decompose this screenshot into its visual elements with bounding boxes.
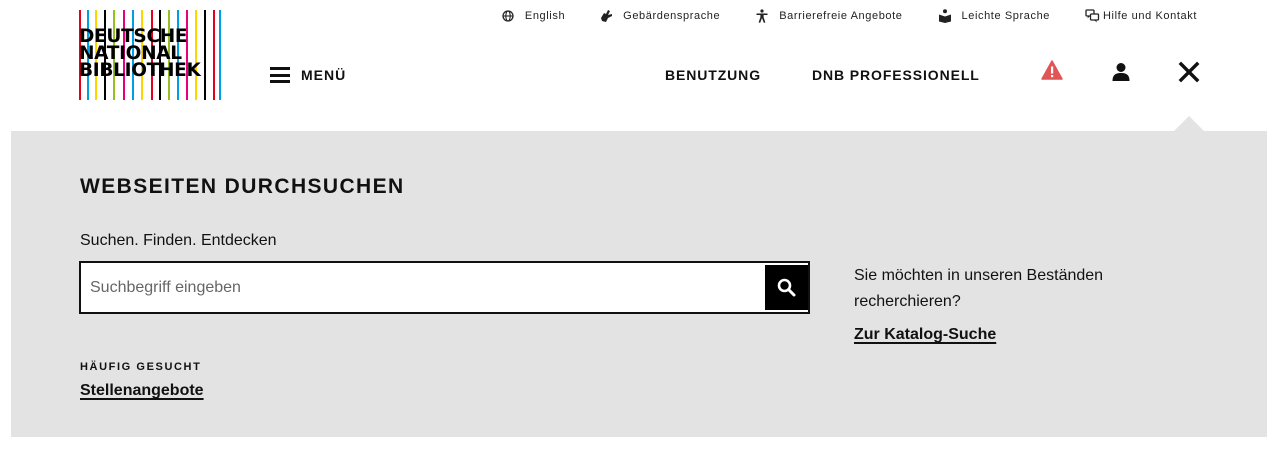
easy-language-icon xyxy=(938,9,952,23)
easy-language-link[interactable]: Leichte Sprache xyxy=(938,9,1051,23)
logo-line-3: BIBLIOTHEK xyxy=(79,60,201,81)
sign-language-link[interactable]: Gebärdensprache xyxy=(599,9,720,23)
search-input[interactable] xyxy=(81,263,765,312)
accessible-label: Barrierefreie Angebote xyxy=(779,10,903,22)
close-icon[interactable] xyxy=(1178,61,1200,83)
sign-language-label: Gebärdensprache xyxy=(623,10,721,22)
help-contact-label: Hilfe und Kontakt xyxy=(1103,10,1197,22)
accessibility-icon xyxy=(755,9,769,23)
nav-benutzung[interactable]: BENUTZUNG xyxy=(665,67,761,83)
catalog-search-link[interactable]: Zur Katalog-Suche xyxy=(854,326,996,344)
search-box xyxy=(79,261,810,314)
frequent-link-stellenangebote[interactable]: Stellenangebote xyxy=(80,382,204,400)
panel-title: WEBSEITEN DURCHSUCHEN xyxy=(80,175,405,198)
search-icon xyxy=(777,278,796,297)
search-button[interactable] xyxy=(765,265,808,310)
frequent-label: HÄUFIG GESUCHT xyxy=(80,361,202,373)
english-label: English xyxy=(524,10,566,22)
search-panel: WEBSEITEN DURCHSUCHEN Suchen. Finden. En… xyxy=(11,131,1267,437)
panel-notch xyxy=(1173,116,1205,132)
utility-bar: English Gebärdensprache Barrierefreie An… xyxy=(501,9,1197,23)
dnb-logo[interactable]: DEUTSCHE NATIONAL BIBLIOTHEK xyxy=(79,10,221,100)
warning-icon[interactable] xyxy=(1041,60,1063,80)
help-contact-link[interactable]: Hilfe und Kontakt xyxy=(1085,9,1197,23)
user-icon[interactable] xyxy=(1111,62,1131,82)
logo-wordmark: DEUTSCHE NATIONAL BIBLIOTHEK xyxy=(79,27,201,81)
nav-dnb-professionell[interactable]: DNB PROFESSIONELL xyxy=(812,67,980,83)
chat-bubbles-icon xyxy=(1085,9,1100,23)
globe-icon xyxy=(501,9,515,23)
catalog-text: Sie möchten in unseren Beständen recherc… xyxy=(854,267,1104,310)
sign-language-icon xyxy=(599,9,613,23)
panel-subtitle: Suchen. Finden. Entdecken xyxy=(80,232,277,249)
accessible-link[interactable]: Barrierefreie Angebote xyxy=(755,9,902,23)
easy-language-label: Leichte Sprache xyxy=(961,10,1051,22)
english-link[interactable]: English xyxy=(501,9,565,23)
menu-button[interactable]: MENÜ xyxy=(270,67,346,83)
menu-label: MENÜ xyxy=(301,67,347,83)
hamburger-icon xyxy=(270,67,290,83)
main-nav: BENUTZUNG DNB PROFESSIONELL xyxy=(665,67,980,83)
